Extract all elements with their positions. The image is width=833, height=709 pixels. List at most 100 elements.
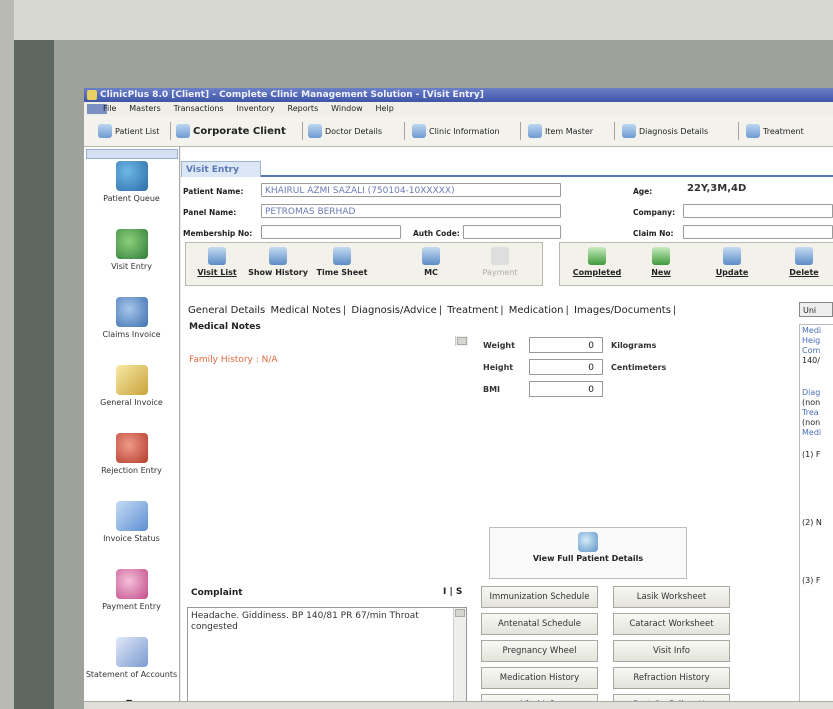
immunization-schedule-button[interactable]: Immunization Schedule	[481, 586, 598, 608]
pregnancy-wheel-button[interactable]: Pregnancy Wheel	[481, 640, 598, 662]
height-field[interactable]: 0	[529, 359, 603, 375]
right-pane-button[interactable]: Uni	[799, 302, 833, 317]
doctor-details-button[interactable]: Doctor Details	[308, 122, 382, 140]
complaint-buttons: I | S	[443, 587, 463, 597]
tab-separator: |	[342, 305, 347, 316]
time-sheet-button[interactable]: Time Sheet	[314, 245, 370, 283]
refraction-history-button[interactable]: Refraction History	[613, 667, 730, 689]
sidebar-item-label: Rejection Entry	[101, 466, 162, 475]
sidebar-item-rejection-entry[interactable]: Rejection Entry	[84, 433, 179, 497]
corporate-client-button[interactable]: Corporate Client	[176, 122, 286, 140]
menu-window[interactable]: Window	[326, 102, 368, 116]
panel-name-field[interactable]: PETROMAS BERHAD	[261, 204, 561, 218]
complaint-scrollbar[interactable]	[453, 608, 466, 704]
membership-field[interactable]	[261, 225, 401, 239]
tab-images-documents[interactable]: Images/Documents	[573, 305, 672, 316]
action-bar-right: Completed New Update Delete	[559, 242, 833, 286]
delete-label: Delete	[789, 268, 819, 277]
scroll-thumb[interactable]	[457, 337, 467, 345]
company-field[interactable]	[683, 204, 833, 218]
sidebar-item-statement-of-accounts[interactable]: Statement of Accounts	[84, 637, 179, 701]
bmi-label: BMI	[483, 385, 501, 394]
item-master-button[interactable]: Item Master	[528, 122, 593, 140]
menu-inventory[interactable]: Inventory	[231, 102, 279, 116]
visit-list-button[interactable]: Visit List	[192, 245, 242, 283]
complaint-textarea[interactable]: Headache. Giddiness. BP 140/81 PR 67/min…	[187, 607, 467, 705]
sidebar-item-patient-queue[interactable]: Patient Queue	[84, 161, 179, 225]
menu-transactions[interactable]: Transactions	[169, 102, 229, 116]
diagnosis-details-label: Diagnosis Details	[639, 126, 709, 136]
patient-list-button[interactable]: Patient List	[98, 122, 159, 140]
visit-info-button[interactable]: Visit Info	[613, 640, 730, 662]
sidebar-scroll-up[interactable]	[86, 149, 178, 159]
age-label: Age:	[633, 187, 653, 196]
company-label: Company:	[633, 208, 676, 217]
lasik-worksheet-button[interactable]: Lasik Worksheet	[613, 586, 730, 608]
show-history-button[interactable]: Show History	[246, 245, 310, 283]
completed-button[interactable]: Completed	[564, 245, 630, 283]
notes-scrollbar[interactable]	[455, 336, 468, 346]
auth-code-field[interactable]	[463, 225, 561, 239]
diagnosis-details-button[interactable]: Diagnosis Details	[622, 122, 708, 140]
summary-text: Com	[802, 346, 821, 355]
scroll-thumb[interactable]	[455, 609, 465, 617]
monitor-frame-dark	[14, 40, 54, 709]
sidebar-item-visit-entry[interactable]: Visit Entry	[84, 229, 179, 293]
auth-code-label: Auth Code:	[413, 229, 460, 238]
new-button[interactable]: New	[636, 245, 686, 283]
tab-general-details[interactable]: General Details	[187, 305, 266, 316]
menu-masters[interactable]: Masters	[124, 102, 166, 116]
membership-label: Membership No:	[183, 229, 253, 238]
update-label: Update	[715, 268, 749, 277]
sidebar-item-claims-invoice[interactable]: Claims Invoice	[84, 297, 179, 361]
complaint-s-button[interactable]: S	[456, 587, 462, 597]
complaint-i-button[interactable]: I	[443, 587, 446, 597]
clinic-information-button[interactable]: Clinic Information	[412, 122, 500, 140]
patient-list-label: Patient List	[115, 126, 160, 136]
corporate-client-icon	[176, 124, 190, 138]
update-button[interactable]: Update	[702, 245, 762, 283]
medication-history-button[interactable]: Medication History	[481, 667, 598, 689]
menu-file[interactable]: File	[98, 102, 121, 116]
sidebar-item-label: Claims Invoice	[102, 330, 161, 339]
tab-treatment[interactable]: Treatment	[446, 305, 499, 316]
sidebar-item-general-invoice[interactable]: General Invoice	[84, 365, 179, 429]
menu-help[interactable]: Help	[371, 102, 399, 116]
treatment-icon	[746, 124, 760, 138]
payment-button[interactable]: Payment	[470, 245, 530, 283]
view-full-patient-details-button[interactable]: View Full Patient Details	[489, 527, 687, 579]
diagnosis-details-icon	[622, 124, 636, 138]
menu-reports[interactable]: Reports	[283, 102, 324, 116]
weight-field[interactable]: 0	[529, 337, 603, 353]
bmi-field[interactable]: 0	[529, 381, 603, 397]
tab-diagnosis-advice[interactable]: Diagnosis/Advice	[350, 305, 437, 316]
delete-button[interactable]: Delete	[776, 245, 832, 283]
statement-icon	[115, 637, 148, 667]
tab-separator: |	[565, 305, 569, 316]
patient-name-field[interactable]: KHAIRUL AZMI SAZALI (750104-10XXXXX)	[261, 183, 561, 197]
view-full-label: View Full Patient Details	[532, 554, 644, 563]
completed-icon	[588, 247, 606, 265]
general-invoice-icon	[115, 365, 148, 395]
sidebar-item-label: Invoice Status	[103, 534, 160, 543]
sidebar-item-payment-entry[interactable]: Payment Entry	[84, 569, 179, 633]
sidebar-item-label: Patient Queue	[103, 194, 160, 203]
medical-notes-title: Medical Notes	[189, 322, 261, 332]
cataract-worksheet-button[interactable]: Cataract Worksheet	[613, 613, 730, 635]
treatment-button[interactable]: Treatment	[746, 122, 804, 140]
summary-text: 140/	[802, 356, 820, 365]
tab-visit-entry[interactable]: Visit Entry	[181, 161, 261, 177]
antenatal-schedule-button[interactable]: Antenatal Schedule	[481, 613, 598, 635]
sidebar-item-invoice-status[interactable]: Invoice Status	[84, 501, 179, 565]
patient-list-icon	[98, 124, 112, 138]
summary-text: (3) F	[802, 576, 821, 585]
tab-medical-notes[interactable]: Medical Notes	[269, 305, 341, 316]
mc-button[interactable]: MC	[406, 245, 456, 283]
tab-medication[interactable]: Medication	[508, 305, 565, 316]
summary-text: Trea	[802, 408, 819, 417]
patient-queue-icon	[115, 161, 148, 191]
summary-text: (non	[802, 398, 821, 407]
claim-no-field[interactable]	[683, 225, 833, 239]
